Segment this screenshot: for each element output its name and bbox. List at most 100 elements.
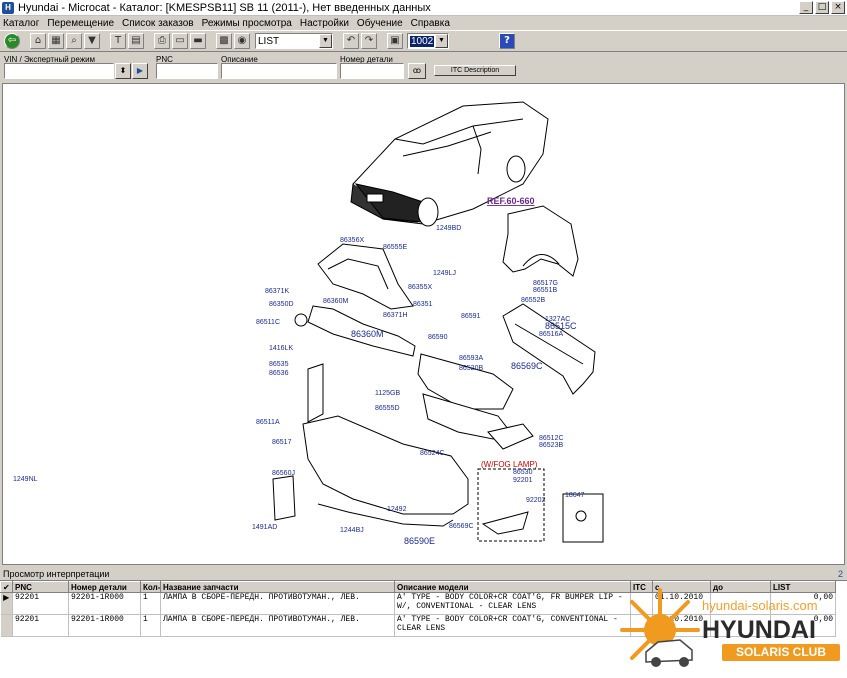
redo-icon[interactable]: ↷ [361, 33, 377, 49]
home-icon[interactable]: ⌂ [30, 33, 46, 49]
watermark-url: hyundai-solaris.com [702, 598, 818, 613]
callout-86593a[interactable]: 86593A [459, 355, 483, 362]
maximize-button[interactable]: □ [815, 1, 829, 14]
callout-86360m[interactable]: 86360M [323, 298, 348, 305]
callout-86371k[interactable]: 86371K [265, 288, 289, 295]
menu-navigation[interactable]: Перемещение [47, 18, 114, 29]
callout-86560j[interactable]: 86560J [272, 470, 295, 477]
zoom-icon[interactable]: ◉ [234, 33, 250, 49]
folder-icon[interactable]: ▬ [190, 33, 206, 49]
cell-part-number: 92201-1R000 [68, 614, 141, 637]
check-header[interactable]: ✔ [0, 581, 13, 593]
undo-icon[interactable]: ↶ [343, 33, 359, 49]
callout-86591[interactable]: 86591 [461, 313, 481, 320]
callout-86371h[interactable]: 86371H [383, 312, 408, 319]
callout-86511a[interactable]: 86511A [256, 419, 280, 426]
menu-training[interactable]: Обучение [357, 18, 403, 29]
col-part-number[interactable]: Номер детали [68, 581, 141, 593]
callout-86535[interactable]: 86535 [269, 361, 289, 368]
close-button[interactable]: × [831, 1, 845, 14]
menu-view-modes[interactable]: Режимы просмотра [202, 18, 292, 29]
text-icon[interactable]: T [110, 33, 126, 49]
binoculars-icon[interactable]: ꝏ [408, 63, 426, 79]
cell-qty: 1 [140, 592, 161, 615]
callout-86515c[interactable]: 86515C [545, 321, 577, 331]
watermark-brand: HYUNDAI [702, 616, 816, 644]
callout-86569c[interactable]: 86569C [449, 523, 474, 530]
toolbar: ⇦ ⌂ ▦ ⌕ ▼ T ▤ ⎙ ▭ ▬ ▩ ◉ LIST ▼ ↶ ↷ ▣ 100… [0, 30, 847, 52]
callout-86517[interactable]: 86517 [272, 439, 292, 446]
document-icon[interactable]: ▭ [172, 33, 188, 49]
part-number-input[interactable] [340, 63, 404, 79]
callout-92201[interactable]: 92201 [513, 477, 533, 484]
print-icon[interactable]: ⎙ [154, 33, 170, 49]
calculator-icon[interactable]: ▩ [216, 33, 232, 49]
callout-86551b[interactable]: 86551B [533, 287, 557, 294]
callout-1249nl[interactable]: 1249NL [13, 476, 38, 483]
callout-86523b[interactable]: 86523B [539, 442, 563, 449]
callout-1249bd[interactable]: 1249BD [436, 225, 461, 232]
pnc-input[interactable] [156, 63, 218, 79]
callout-12492[interactable]: 12492 [387, 506, 407, 513]
panel-title-text: Просмотр интерпретации [3, 569, 110, 579]
catalog-icon[interactable]: ▦ [48, 33, 64, 49]
callout-86511c[interactable]: 86511C [256, 319, 280, 326]
fog-lamp-label: (W/FOG LAMP) [481, 460, 538, 469]
col-model-desc[interactable]: Описание модели [394, 581, 631, 593]
menu-catalog[interactable]: Каталог [3, 18, 39, 29]
callout-1244bj[interactable]: 1244BJ [340, 527, 364, 534]
callout-86356x[interactable]: 86356X [340, 237, 364, 244]
callout-86552b[interactable]: 86552B [521, 297, 545, 304]
callout-86590[interactable]: 86590 [428, 334, 448, 341]
callout-86516a[interactable]: 86516A [539, 331, 563, 338]
callout-86590e[interactable]: 86590E [404, 536, 435, 546]
bolt-icon [575, 510, 587, 522]
callout-18647[interactable]: 18647 [565, 492, 585, 499]
car-illustration [350, 101, 549, 227]
callout-86512c[interactable]: 86512C [539, 435, 564, 442]
callout-92202[interactable]: 92202 [526, 497, 546, 504]
notes-icon[interactable]: ▤ [128, 33, 144, 49]
menu-orders[interactable]: Список заказов [122, 18, 194, 29]
parts-diagram[interactable]: 86356X 86555E 1249LJ 86355X 86371K 86350D 8636… [2, 83, 845, 565]
cell-qty: 1 [140, 614, 161, 637]
catalog-number-select[interactable]: 1002 ▼ [407, 33, 449, 49]
help-icon[interactable]: ? [499, 33, 515, 49]
callout-86555e[interactable]: 86555E [383, 244, 407, 251]
callout-86355x[interactable]: 86355X [408, 284, 432, 291]
view-mode-select[interactable]: LIST ▼ [255, 33, 333, 49]
page-icon[interactable]: ▣ [387, 33, 403, 49]
callout-86517g[interactable]: 86517G [533, 280, 558, 287]
callout-86569c[interactable]: 86569C [511, 361, 543, 371]
callout-86530[interactable]: 86530 [513, 469, 533, 476]
col-qty[interactable]: Кол- [140, 581, 161, 593]
description-input[interactable] [221, 63, 337, 79]
vin-input[interactable] [4, 63, 114, 79]
callout-1125gb[interactable]: 1125GB [375, 390, 400, 397]
col-part-name[interactable]: Название запчасти [160, 581, 395, 593]
menu-settings[interactable]: Настройки [300, 18, 349, 29]
callout-86350d[interactable]: 86350D [269, 301, 294, 308]
callout-86524c[interactable]: 86524C [420, 450, 445, 457]
watermark-club: SOLARIS CLUB [722, 644, 840, 661]
cell-model-desc: A' TYPE - BODY COLOR+CR COAT'G, FR BUMPE… [394, 592, 631, 615]
itc-description-button[interactable]: ITC Description [434, 65, 516, 76]
callout-86555d[interactable]: 86555D [375, 405, 400, 412]
filter-icon[interactable]: ▼ [84, 33, 100, 49]
vin-go-button[interactable]: ▶ [132, 63, 148, 79]
go-icon[interactable]: ⇦ [4, 33, 20, 49]
callout-1249lj[interactable]: 1249LJ [433, 270, 456, 277]
callout-1416lk[interactable]: 1416LK [269, 345, 293, 352]
vin-spin-button[interactable]: ⬍ [115, 63, 131, 79]
callout-86360m[interactable]: 86360M [351, 329, 384, 339]
callout-86351[interactable]: 86351 [413, 301, 433, 308]
ref-label[interactable]: REF.60-660 [487, 196, 535, 206]
col-pnc[interactable]: PNC [12, 581, 69, 593]
search-icon[interactable]: ⌕ [66, 33, 82, 49]
minimize-button[interactable]: _ [799, 1, 813, 14]
callout-1491ad[interactable]: 1491AD [252, 524, 277, 531]
callout-86536[interactable]: 86536 [269, 370, 289, 377]
callout-86520b[interactable]: 86520B [459, 365, 483, 372]
menu-help[interactable]: Справка [411, 18, 450, 29]
sun-logo-icon [620, 588, 700, 667]
